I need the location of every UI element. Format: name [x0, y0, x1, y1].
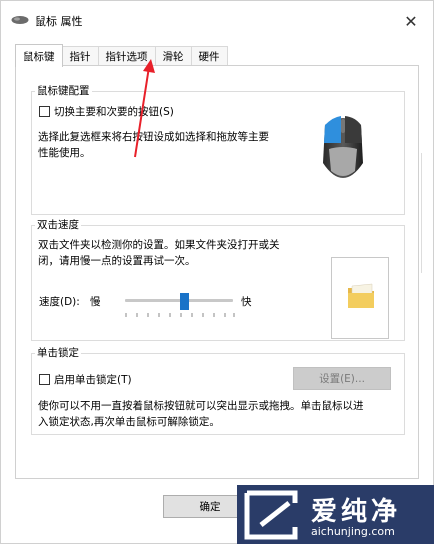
- tab-buttons[interactable]: 鼠标键: [15, 44, 63, 67]
- button-config-description-2: 性能使用。: [38, 147, 91, 159]
- site-watermark: 爱纯净 aichunjing.com: [237, 485, 434, 544]
- button-config-group-label: 鼠标键配置: [35, 83, 92, 98]
- click-lock-group-label: 单击锁定: [35, 345, 81, 360]
- folder-icon[interactable]: [346, 282, 376, 310]
- tab-pointers[interactable]: 指针: [61, 46, 99, 66]
- click-lock-description-2: 入锁定状态,再次单击鼠标可解除锁定。: [38, 416, 220, 428]
- watermark-url: aichunjing.com: [311, 525, 395, 538]
- switch-buttons-checkbox[interactable]: [39, 106, 50, 117]
- mouse-properties-dialog: 鼠标 属性 ✕ 鼠标键 指针 指针选项 滑轮 硬件 鼠标键配置 切换主要和次要的…: [0, 0, 434, 544]
- click-lock-description-1: 使你可以不用一直按着鼠标按钮就可以突出显示或拖拽。单击鼠标以进: [38, 400, 364, 412]
- annotation-arrow-icon: [134, 59, 155, 158]
- speed-slider-thumb[interactable]: [179, 293, 189, 310]
- fast-label: 快: [241, 296, 252, 308]
- mouse-icon: [11, 16, 29, 24]
- tab-hardware[interactable]: 硬件: [190, 46, 228, 66]
- double-click-description-2: 闭，请用慢一点的设置再试一次。: [38, 255, 196, 267]
- close-button[interactable]: ✕: [399, 9, 423, 33]
- double-click-group-label: 双击速度: [35, 217, 81, 232]
- speed-slider-ticks: [125, 313, 235, 317]
- mouse-illustration-icon: [323, 116, 363, 178]
- click-lock-settings-button[interactable]: 设置(E)...: [293, 367, 391, 390]
- click-lock-checkbox[interactable]: [39, 374, 50, 385]
- speed-label: 速度(D):: [39, 296, 80, 308]
- window-title: 鼠标 属性: [35, 15, 83, 28]
- watermark-logo-icon: [244, 490, 298, 540]
- tab-wheel[interactable]: 滑轮: [154, 46, 192, 66]
- double-click-description-1: 双击文件夹以检测你的设置。如果文件夹没打开或关: [38, 239, 280, 251]
- tab-bar: 鼠标键 指针 指针选项 滑轮 硬件: [15, 44, 228, 67]
- background-window-edge: [421, 153, 434, 273]
- double-click-test-area[interactable]: [331, 257, 389, 339]
- click-lock-label[interactable]: 启用单击锁定(T): [54, 372, 132, 387]
- title-bar: 鼠标 属性 ✕: [1, 1, 433, 39]
- slow-label: 慢: [90, 296, 101, 308]
- close-icon: ✕: [404, 11, 418, 31]
- watermark-title: 爱纯净: [311, 497, 402, 527]
